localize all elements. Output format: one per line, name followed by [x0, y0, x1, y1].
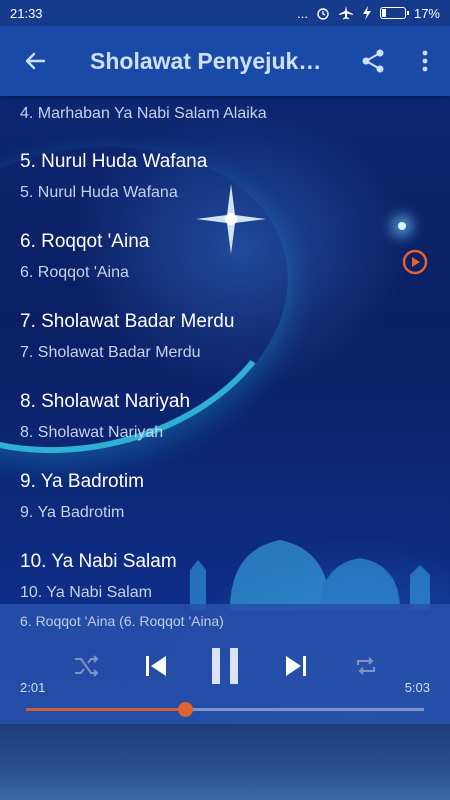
track-subtitle: 6. Roqqot 'Aina	[20, 264, 129, 281]
more-vert-icon	[422, 50, 428, 72]
alarm-icon	[317, 8, 329, 20]
track-item[interactable]: 7. Sholawat Badar Merdu 7. Sholawat Bada…	[0, 294, 450, 374]
track-title: 6. Roqqot 'Aina	[20, 231, 150, 252]
track-subtitle: 5. Nurul Huda Wafana	[20, 184, 178, 201]
track-subtitle: 4. Marhaban Ya Nabi Salam Alaika	[20, 105, 267, 122]
pause-button[interactable]	[204, 644, 246, 688]
bottom-banner-area	[0, 724, 450, 800]
overflow-menu-button[interactable]	[400, 26, 450, 96]
arrow-left-icon	[25, 52, 46, 70]
battery-percent: 17%	[413, 5, 440, 21]
playback-controls	[0, 644, 450, 688]
track-subtitle: 8. Sholawat Nariyah	[20, 424, 164, 441]
track-list: 4. Marhaban Ya Nabi Salam Alaika 5. Nuru…	[0, 96, 450, 604]
track-item[interactable]: 10. Ya Nabi Salam 10. Ya Nabi Salam	[0, 534, 450, 604]
notification-dots: ...	[297, 5, 308, 21]
track-title: 5. Nurul Huda Wafana	[20, 151, 208, 172]
total-duration: 5:03	[404, 680, 430, 695]
charging-icon	[362, 6, 371, 20]
status-bar: 21:33 ... 17%	[0, 0, 450, 26]
status-time: 21:33	[10, 5, 43, 21]
seek-bar[interactable]	[26, 702, 424, 717]
now-playing-label: 6. Roqqot 'Aina (6. Roqqot 'Aina)	[20, 613, 224, 629]
share-button[interactable]	[346, 26, 400, 96]
track-title: 7. Sholawat Badar Merdu	[20, 311, 235, 332]
track-item[interactable]: 8. Sholawat Nariyah 8. Sholawat Nariyah	[0, 374, 450, 454]
track-item[interactable]: 9. Ya Badrotim 9. Ya Badrotim	[0, 454, 450, 534]
track-title: 10. Ya Nabi Salam	[20, 551, 177, 572]
repeat-button[interactable]	[346, 644, 386, 688]
shuffle-icon	[75, 655, 99, 677]
pause-icon	[212, 648, 238, 684]
skip-next-icon	[286, 656, 306, 676]
track-subtitle: 10. Ya Nabi Salam	[20, 584, 152, 601]
share-icon	[362, 49, 384, 73]
track-item-playing[interactable]: 6. Roqqot 'Aina 6. Roqqot 'Aina	[0, 214, 450, 294]
skip-previous-icon	[146, 656, 166, 676]
back-button[interactable]	[0, 26, 70, 96]
previous-button[interactable]	[136, 644, 176, 688]
track-item[interactable]: 5. Nurul Huda Wafana 5. Nurul Huda Wafan…	[0, 134, 450, 214]
page-title: Sholawat Penyejuk…	[90, 47, 322, 74]
track-title: 9. Ya Badrotim	[20, 471, 144, 492]
track-subtitle: 9. Ya Badrotim	[20, 504, 125, 521]
media-player: 6. Roqqot 'Aina (6. Roqqot 'Aina) 2:01 5…	[0, 604, 450, 724]
app-bar: Sholawat Penyejuk…	[0, 26, 450, 96]
seek-progress	[26, 708, 186, 711]
airplane-mode-icon	[338, 6, 353, 20]
repeat-icon	[357, 657, 375, 675]
seek-thumb[interactable]	[178, 702, 194, 717]
track-item[interactable]: 4. Marhaban Ya Nabi Salam Alaika	[0, 96, 450, 134]
play-indicator-icon[interactable]	[402, 249, 428, 275]
battery-icon	[379, 7, 409, 19]
track-title: 8. Sholawat Nariyah	[20, 391, 191, 412]
shuffle-button[interactable]	[66, 644, 106, 688]
next-button[interactable]	[276, 644, 316, 688]
track-subtitle: 7. Sholawat Badar Merdu	[20, 344, 201, 361]
elapsed-time: 2:01	[20, 680, 46, 695]
